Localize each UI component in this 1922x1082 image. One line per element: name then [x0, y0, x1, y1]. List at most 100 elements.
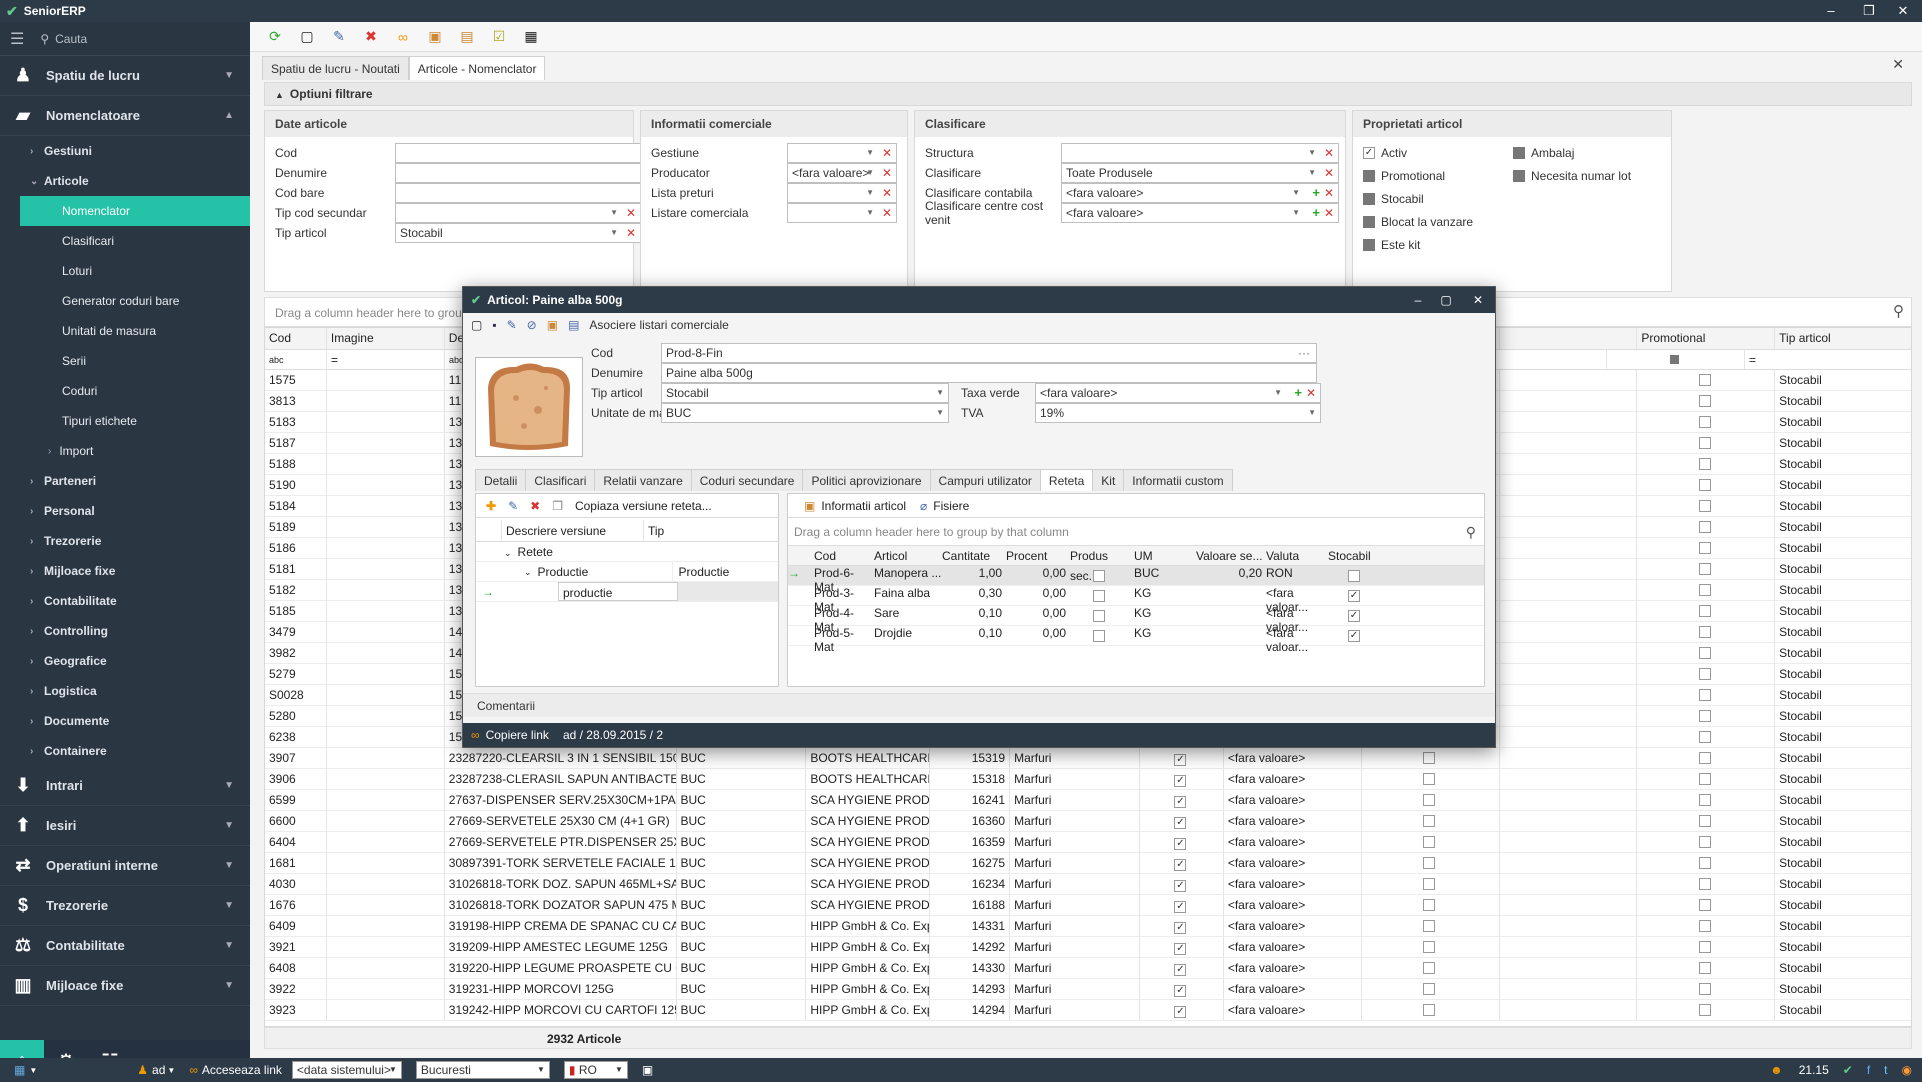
column-header[interactable]: Procent — [1006, 546, 1070, 565]
tab-nomenclator[interactable]: Articole - Nomenclator — [408, 56, 546, 80]
language-select[interactable]: ▮ RO ▼ — [563, 1061, 628, 1079]
row-checkbox[interactable]: ✓ — [1174, 754, 1187, 766]
sidebar-item-group[interactable]: › Trezorerie — [0, 526, 250, 556]
blocat-checkbox[interactable] — [1363, 216, 1375, 228]
row-checkbox[interactable] — [1698, 521, 1711, 533]
dialog-tab[interactable]: Coduri secundare — [690, 469, 804, 491]
sidebar-subitem-nomenclator[interactable]: Nomenclator — [20, 196, 250, 226]
row-checkbox[interactable] — [1698, 731, 1711, 743]
column-header[interactable]: Valuta — [1266, 546, 1328, 565]
edit-icon[interactable]: ✎ — [508, 499, 518, 513]
table-row[interactable]: 3922 319231-HIPP MORCOVI 125G BUC HIPP GmbH… — [265, 979, 1911, 1000]
sidebar-subitem-etichete[interactable]: Tipuri etichete — [0, 406, 250, 436]
sidebar-item-group[interactable]: › Geografice — [0, 646, 250, 676]
row-checkbox[interactable]: ✓ — [1174, 880, 1187, 892]
columns-icon[interactable]: ▦ — [520, 26, 542, 48]
search-icon[interactable]: ⚲ — [1466, 518, 1476, 546]
image-icon[interactable]: ▣ — [424, 26, 446, 48]
sidebar-item-group[interactable]: › Controlling — [0, 616, 250, 646]
row-checkbox[interactable] — [1698, 689, 1711, 701]
dialog-tab[interactable]: Kit — [1092, 469, 1125, 491]
row-checkbox[interactable] — [1698, 542, 1711, 554]
row-checkbox[interactable] — [1698, 983, 1711, 995]
row-checkbox[interactable] — [1423, 983, 1436, 995]
row-checkbox[interactable]: ✓ — [1348, 590, 1360, 602]
column-header[interactable]: Cantitate — [942, 546, 1006, 565]
clasificare-contabila-select[interactable]: <fara valoare> ▼ + ✕ — [1061, 183, 1339, 203]
approve-icon[interactable]: ☑ — [488, 26, 510, 48]
comments-bar[interactable]: Comentarii — [463, 693, 1495, 717]
lista-preturi-select[interactable]: ▼ ✕ — [787, 183, 897, 203]
sidebar-item-group[interactable]: › Contabilitate — [0, 586, 250, 616]
column-header-tip[interactable]: Tip — [644, 520, 778, 541]
link-icon[interactable]: ∞ — [392, 26, 414, 48]
row-checkbox[interactable] — [1698, 668, 1711, 680]
row-checkbox[interactable] — [1093, 610, 1105, 622]
denumire-input[interactable] — [395, 163, 641, 183]
column-header[interactable]: Valoare se... — [1196, 546, 1266, 565]
copy-version-button[interactable]: Copiaza versiune reteta... — [575, 499, 712, 513]
row-checkbox[interactable] — [1698, 584, 1711, 596]
sidebar-subitem-loturi[interactable]: Loturi — [0, 256, 250, 286]
column-header[interactable]: Stocabil — [1328, 546, 1386, 565]
table-row[interactable]: 3906 23287238-CLERASIL SAPUN ANTIBACTER..… — [265, 769, 1911, 790]
table-row[interactable]: 3923 319242-HIPP MORCOVI CU CARTOFI 125G B… — [265, 1000, 1911, 1021]
dialog-tab[interactable]: Reteta — [1039, 469, 1094, 491]
sidebar-item-group[interactable]: › Mijloace fixe — [0, 556, 250, 586]
column-header-promotional[interactable]: Promotional — [1637, 328, 1776, 349]
sidebar-subitem-coduri[interactable]: Coduri — [0, 376, 250, 406]
column-header-descriere[interactable]: Descriere versiune — [502, 520, 644, 541]
row-checkbox[interactable] — [1348, 570, 1360, 582]
twitter-icon[interactable]: t — [1884, 1063, 1887, 1077]
ambalaj-checkbox[interactable] — [1513, 147, 1525, 159]
row-checkbox[interactable] — [1423, 752, 1436, 764]
tip-articol-select[interactable]: Stocabil ▼ ✕ — [395, 223, 641, 243]
group-by-hint[interactable]: Drag a column header here to group by th… — [788, 518, 1484, 546]
tag-icon[interactable]: ⊘ — [527, 318, 537, 332]
table-row[interactable]: 6600 27669-SERVETELE 25X30 CM (4+1 GR) BUC… — [265, 811, 1911, 832]
row-checkbox[interactable] — [1423, 773, 1436, 785]
row-checkbox[interactable] — [1698, 416, 1711, 428]
sidebar-item-group[interactable]: › Personal — [0, 496, 250, 526]
table-row[interactable]: 3907 23287220-CLEARSIL 3 IN 1 SENSIBIL 15… — [265, 748, 1911, 769]
row-checkbox[interactable] — [1698, 920, 1711, 932]
sidebar-search[interactable]: ☰ ⚲ Cauta — [0, 22, 250, 56]
row-checkbox[interactable] — [1698, 878, 1711, 890]
taxa-verde-field[interactable]: <fara valoare> ▼ + ✕ — [1035, 383, 1321, 403]
table-row[interactable]: Prod-4-Mat Sare 0,10 0,00 KG <fara valoar... ✓ — [788, 606, 1484, 634]
sidebar-item-articole[interactable]: ⌄ Articole — [0, 166, 250, 196]
fisiere-button[interactable]: Fisiere — [933, 499, 969, 513]
sidebar-item-group[interactable]: › Logistica — [0, 676, 250, 706]
row-checkbox[interactable] — [1423, 878, 1436, 890]
asociere-listari-button[interactable]: Asociere listari comerciale — [589, 318, 728, 332]
row-checkbox[interactable]: ✓ — [1174, 859, 1187, 871]
row-checkbox[interactable] — [1698, 563, 1711, 575]
clear-icon[interactable]: ✕ — [626, 224, 636, 242]
grid-icon[interactable]: ▦ — [14, 1063, 25, 1077]
cod-bare-input[interactable] — [395, 183, 641, 203]
sidebar-item-group[interactable]: › Parteneri — [0, 466, 250, 496]
informatii-articol-button[interactable]: Informatii articol — [821, 499, 906, 513]
city-select[interactable]: Bucuresti ▼ — [415, 1061, 550, 1079]
tip-cod-secundar-select[interactable]: ▼ ✕ — [395, 203, 641, 223]
row-checkbox[interactable] — [1423, 794, 1436, 806]
row-checkbox[interactable]: ✓ — [1348, 610, 1360, 622]
filter-promotional-checkbox[interactable] — [1670, 355, 1679, 364]
row-checkbox[interactable] — [1423, 857, 1436, 869]
row-checkbox[interactable] — [1698, 647, 1711, 659]
facebook-icon[interactable]: f — [1867, 1063, 1870, 1077]
row-checkbox[interactable]: ✓ — [1174, 1006, 1187, 1018]
row-checkbox[interactable] — [1423, 1004, 1436, 1016]
export-icon[interactable]: ▤ — [456, 26, 478, 48]
row-checkbox[interactable] — [1698, 773, 1711, 785]
row-checkbox[interactable] — [1698, 626, 1711, 638]
dialog-tab[interactable]: Informatii custom — [1123, 469, 1233, 491]
dialog-tab[interactable]: Campuri utilizator — [929, 469, 1041, 491]
column-header-imagine[interactable]: Imagine — [327, 328, 445, 349]
kit-checkbox[interactable] — [1363, 239, 1375, 251]
table-row[interactable]: Prod-3-Mat Faina alba 0,30 0,00 KG <fara valo… — [788, 586, 1484, 614]
row-checkbox[interactable] — [1698, 857, 1711, 869]
table-row[interactable]: → Prod-6-Mat Manopera ... 1,00 0,00 BUC 0,20 RO… — [788, 566, 1484, 594]
row-checkbox[interactable] — [1093, 630, 1105, 642]
clear-icon[interactable]: ✕ — [626, 204, 636, 222]
